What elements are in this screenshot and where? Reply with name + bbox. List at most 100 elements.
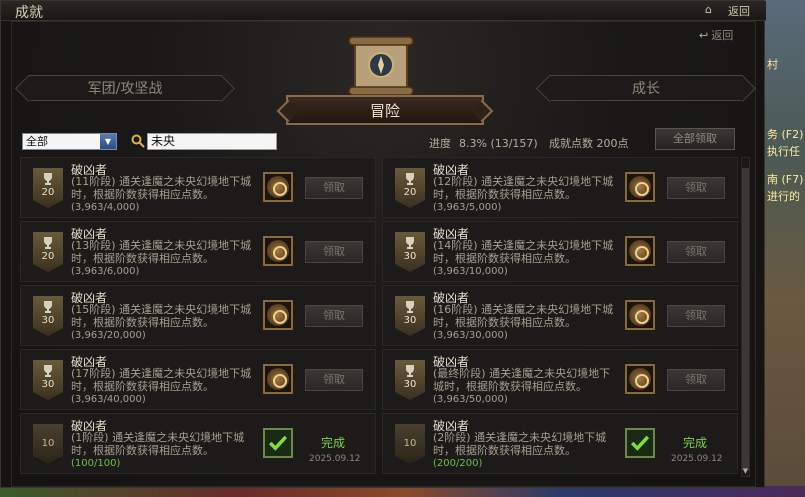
trophy-icon — [406, 173, 414, 185]
card-description: (15阶段) 通关逢魔之未央幻境地下城时，根据阶数获得相应点数。 — [71, 303, 252, 329]
points-badge: 20 — [395, 168, 425, 208]
game-text-quest: 执行任 — [767, 145, 800, 158]
points-badge: 30 — [33, 296, 63, 336]
progress-stat: 进度 8.3% (13/157) — [429, 135, 538, 151]
card-progress: (3,963/40,000) — [71, 394, 146, 405]
claim-button[interactable]: 领取 — [305, 305, 363, 327]
points-badge: 20 — [33, 232, 63, 272]
card-description: (12阶段) 通关逢魔之未央幻境地下城时，根据阶数获得相应点数。 — [433, 175, 614, 201]
complete-label: 完成 — [683, 436, 708, 450]
panel-back-label: 返回 — [711, 29, 734, 42]
achievement-card: 30 破凶者 (最终阶段) 通关逢魔之未央幻境地下城时，根据阶数获得相应点数。 (3,… — [382, 349, 738, 410]
reward-emblem — [629, 176, 651, 198]
reward-icon[interactable] — [625, 172, 655, 202]
points-badge: 30 — [33, 360, 63, 400]
complete-date: 2025.09.12 — [309, 454, 361, 464]
badge-points: 30 — [403, 315, 417, 326]
reward-emblem — [267, 240, 289, 262]
card-progress: (3,963/20,000) — [71, 330, 146, 341]
trophy-icon — [44, 365, 52, 377]
tab-adventure[interactable]: 冒险 — [286, 95, 484, 125]
points-badge: 20 — [33, 168, 63, 208]
reward-icon[interactable] — [263, 364, 293, 394]
claim-button[interactable]: 领取 — [667, 305, 725, 327]
achievement-card: 30 破凶者 (14阶段) 通关逢魔之未央幻境地下城时，根据阶数获得相应点数。 (3,… — [382, 221, 738, 282]
badge-points: 30 — [403, 379, 417, 390]
home-icon[interactable]: ⌂ — [705, 3, 712, 16]
card-progress: (3,963/10,000) — [433, 266, 508, 277]
reward-icon[interactable] — [263, 300, 293, 330]
reward-icon[interactable] — [625, 236, 655, 266]
title-bar[interactable]: 成就 ⌂ 返回 — [1, 1, 766, 21]
badge-points: 10 — [41, 438, 55, 449]
achievement-card: 20 破凶者 (11阶段) 通关逢魔之未央幻境地下城时，根据阶数获得相应点数。 (3,… — [20, 157, 376, 218]
achievement-card: 10 破凶者 (2阶段) 通关逢魔之未央幻境地下城时，根据阶数获得相应点数。 (200… — [382, 413, 738, 474]
top-back-button[interactable]: 返回 — [728, 3, 750, 19]
achievement-window: 成就 ⌂ 返回 ↩ 返回 军团/攻坚战 成长 冒险 全部 ▼ 未央 进度 8.3% … — [0, 0, 766, 488]
scroll-compass-icon — [348, 36, 414, 96]
scroll-down-icon[interactable]: ▼ — [741, 467, 750, 476]
achievement-card: 30 破凶者 (15阶段) 通关逢魔之未央幻境地下城时，根据阶数获得相应点数。 (3,… — [20, 285, 376, 346]
reward-icon[interactable] — [625, 300, 655, 330]
category-select[interactable]: 全部 ▼ — [22, 133, 117, 150]
badge-points: 30 — [41, 379, 55, 390]
scrollbar-thumb[interactable] — [742, 168, 749, 470]
reward-icon[interactable] — [263, 172, 293, 202]
claim-button[interactable]: 领取 — [667, 177, 725, 199]
claim-button[interactable]: 领取 — [305, 369, 363, 391]
checkmark-icon — [263, 428, 293, 458]
badge-points: 30 — [41, 315, 55, 326]
trophy-icon — [44, 173, 52, 185]
tab-adventure-label: 冒险 — [369, 102, 400, 120]
card-progress: (3,963/50,000) — [433, 394, 508, 405]
game-scene-right: 村 务 (F2) 执行任 南 (F7) 进行的 — [765, 0, 805, 497]
tab-legion[interactable]: 军团/攻坚战 — [28, 75, 222, 101]
achievement-card: 20 破凶者 (13阶段) 通关逢魔之未央幻境地下城时，根据阶数获得相应点数。 (3,… — [20, 221, 376, 282]
game-text-quest-hotkey: 务 (F2) — [767, 128, 804, 141]
badge-points: 30 — [403, 251, 417, 262]
card-description: (16阶段) 通关逢魔之未央幻境地下城时，根据阶数获得相应点数。 — [433, 303, 614, 329]
claim-button[interactable]: 领取 — [305, 241, 363, 263]
card-description: (17阶段) 通关逢魔之未央幻境地下城时，根据阶数获得相应点数。 — [71, 367, 252, 393]
reward-icon[interactable] — [263, 236, 293, 266]
card-progress: (200/200) — [433, 458, 483, 469]
points-badge: 30 — [395, 296, 425, 336]
checkmark-icon — [625, 428, 655, 458]
points-badge: 10 — [395, 424, 425, 464]
game-text-guide-hotkey: 南 (F7) — [767, 173, 804, 186]
card-description: (13阶段) 通关逢魔之未央幻境地下城时，根据阶数获得相应点数。 — [71, 239, 252, 265]
points-badge: 10 — [33, 424, 63, 464]
trophy-icon — [44, 237, 52, 249]
card-description: (最终阶段) 通关逢魔之未央幻境地下城时，根据阶数获得相应点数。 — [433, 367, 611, 393]
card-description: (1阶段) 通关逢魔之未央幻境地下城时，根据阶数获得相应点数。 — [71, 431, 245, 457]
reward-icon[interactable] — [625, 364, 655, 394]
card-description: (2阶段) 通关逢魔之未央幻境地下城时，根据阶数获得相应点数。 — [433, 431, 607, 457]
trophy-icon — [406, 237, 414, 249]
search-icon — [131, 134, 145, 148]
card-description: (14阶段) 通关逢魔之未央幻境地下城时，根据阶数获得相应点数。 — [433, 239, 614, 265]
claim-button[interactable]: 领取 — [305, 177, 363, 199]
reward-emblem — [267, 368, 289, 390]
chevron-down-icon[interactable]: ▼ — [100, 134, 116, 149]
window-title: 成就 — [15, 5, 43, 21]
panel-back-button[interactable]: ↩ 返回 — [699, 27, 733, 43]
tab-growth[interactable]: 成长 — [549, 75, 743, 101]
trophy-icon — [44, 301, 52, 313]
badge-points: 10 — [403, 438, 417, 449]
achievement-card: 30 破凶者 (16阶段) 通关逢魔之未央幻境地下城时，根据阶数获得相应点数。 (3,… — [382, 285, 738, 346]
card-progress: (3,963/30,000) — [433, 330, 508, 341]
claim-all-button[interactable]: 全部领取 — [655, 128, 735, 150]
points-value: 200点 — [596, 137, 629, 150]
card-progress: (3,963/4,000) — [71, 202, 140, 213]
tab-growth-label: 成长 — [632, 81, 660, 97]
points-stat: 成就点数 200点 — [549, 135, 629, 151]
reward-emblem — [267, 176, 289, 198]
progress-value: 8.3% (13/157) — [459, 137, 538, 150]
card-progress: (3,963/5,000) — [433, 202, 502, 213]
search-input[interactable]: 未央 — [147, 133, 277, 150]
claim-button[interactable]: 领取 — [667, 241, 725, 263]
progress-label: 进度 — [429, 137, 451, 150]
points-badge: 30 — [395, 360, 425, 400]
claim-button[interactable]: 领取 — [667, 369, 725, 391]
scrollbar[interactable] — [741, 157, 750, 477]
